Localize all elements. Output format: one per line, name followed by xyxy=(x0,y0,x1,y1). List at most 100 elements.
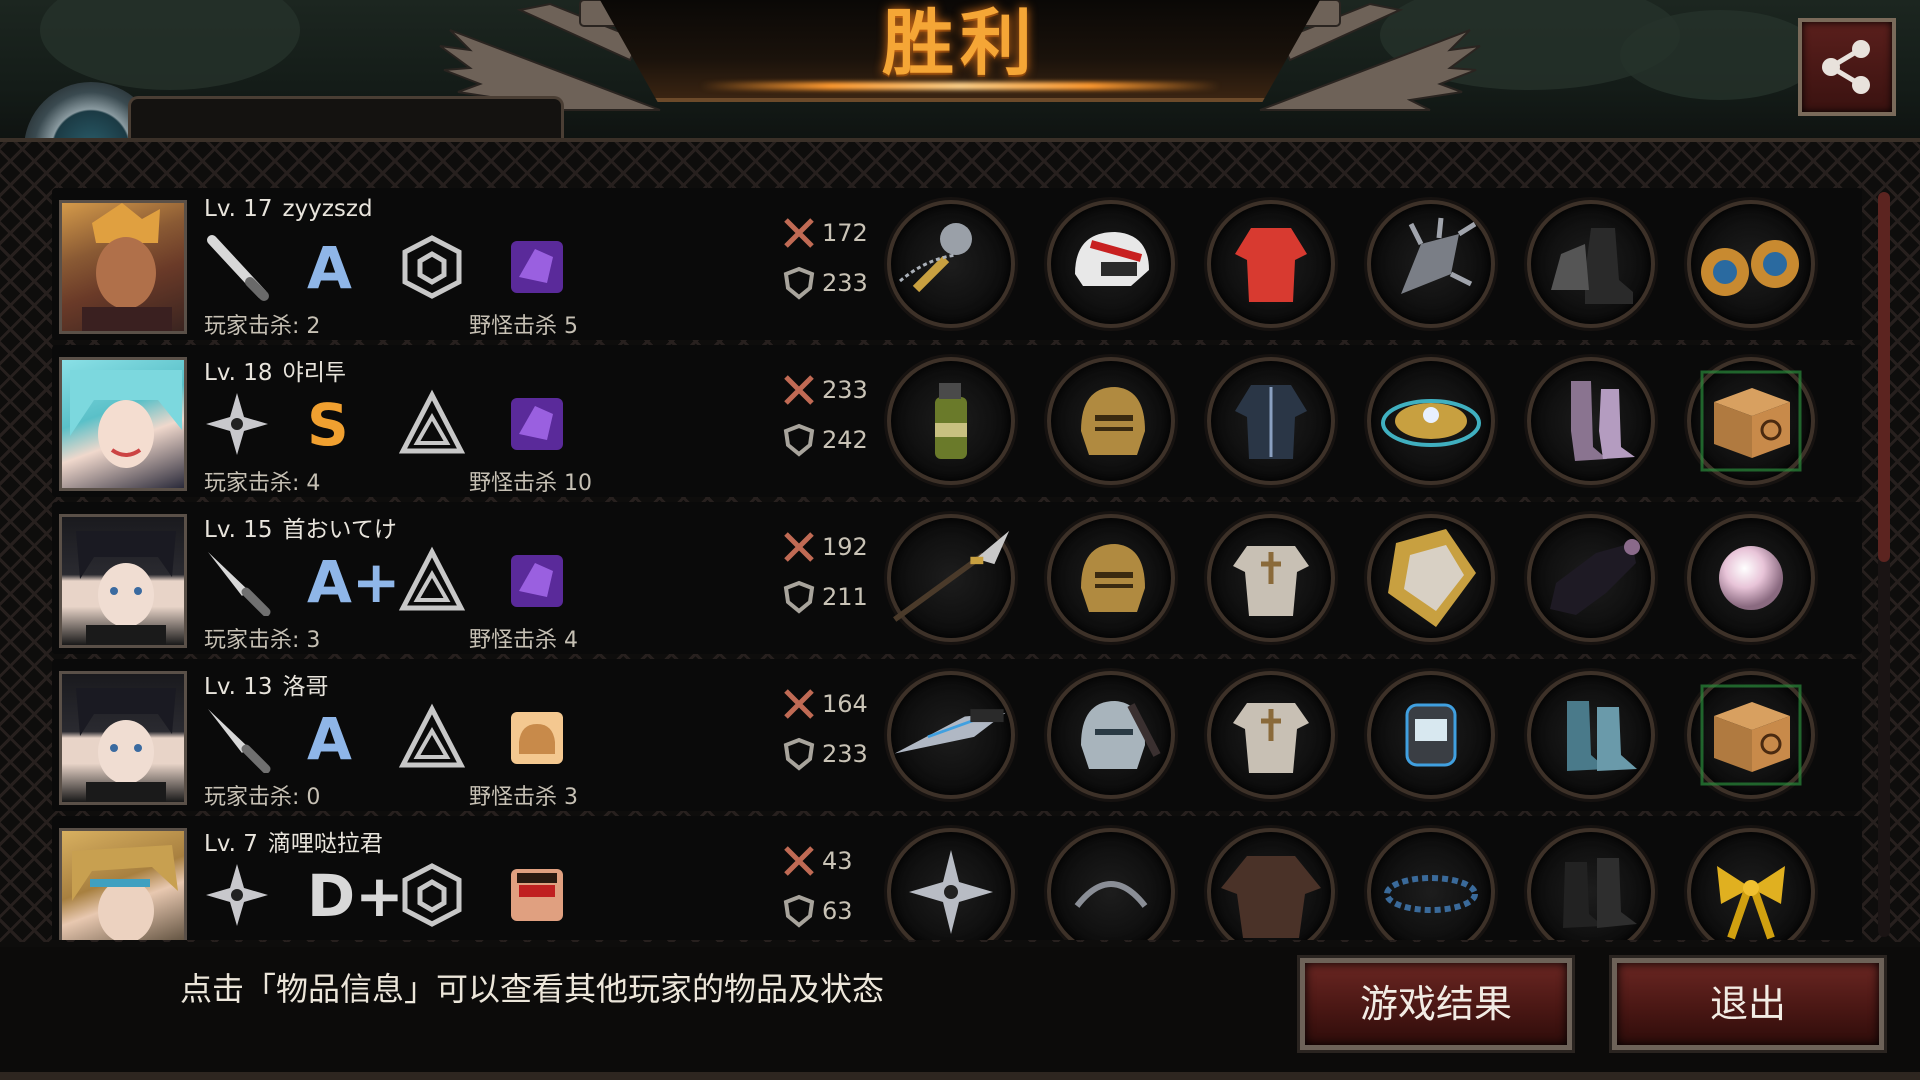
item-slot-leg[interactable] xyxy=(1527,828,1655,940)
info-strip xyxy=(128,96,564,139)
item-slot-chest[interactable] xyxy=(1207,514,1335,642)
item-slot-arm[interactable] xyxy=(1367,828,1495,940)
item-slot-chest[interactable] xyxy=(1207,671,1335,799)
crossed-swords-icon xyxy=(784,846,814,876)
shuriken-icon xyxy=(202,389,272,459)
rank-grade: A+ xyxy=(307,548,401,616)
club-icon xyxy=(202,232,272,302)
attack-stat: 233 xyxy=(782,373,868,407)
bread-buff-icon xyxy=(502,703,572,773)
player-row[interactable]: Lv. 15 首おいてけ A+ 玩家击杀: 3 野怪击杀 4 192 211 xyxy=(52,502,1862,654)
item-slot-weapon[interactable] xyxy=(887,357,1015,485)
flail-icon xyxy=(899,223,972,293)
pearl-icon xyxy=(1719,546,1783,610)
shield-icon xyxy=(783,580,815,614)
monster-kills: 野怪击杀 5 xyxy=(469,314,578,339)
purple-buff-icon xyxy=(502,546,572,616)
defense-stat: 63 xyxy=(782,894,853,928)
hint-text: 点击「物品信息」可以查看其他玩家的物品及状态 xyxy=(180,970,885,1008)
exit-button[interactable]: 退出 xyxy=(1612,958,1884,1050)
item-slot-chest[interactable] xyxy=(1207,357,1335,485)
item-slot-accessory[interactable] xyxy=(1687,200,1815,328)
defense-stat: 242 xyxy=(782,423,868,457)
item-slot-chest[interactable] xyxy=(1207,200,1335,328)
item-slot-leg[interactable] xyxy=(1527,514,1655,642)
player-row[interactable]: Lv. 13 洛哥 A 玩家击杀: 0 野怪击杀 3 164 233 xyxy=(52,659,1862,811)
plate-armor-icon xyxy=(1233,546,1309,616)
knife-icon xyxy=(202,546,272,616)
blue-boots-icon xyxy=(1567,701,1637,771)
player-level-name: Lv. 17 zyyzszd xyxy=(204,196,373,222)
item-slot-arm[interactable] xyxy=(1367,357,1495,485)
glaive-icon xyxy=(893,530,1010,622)
purple-boots-icon xyxy=(1571,381,1635,461)
leather-jacket-icon xyxy=(1235,385,1307,459)
player-portrait xyxy=(59,514,187,648)
shield-icon xyxy=(783,894,815,928)
rank-grade: S xyxy=(307,391,349,459)
player-kills: 玩家击杀: 0 xyxy=(204,785,321,810)
player-level-name: Lv. 15 首おいてけ xyxy=(204,517,397,543)
item-slot-accessory[interactable] xyxy=(1687,357,1815,485)
item-slot-head[interactable] xyxy=(1047,514,1175,642)
shield-icon xyxy=(783,423,815,457)
item-slot-head[interactable] xyxy=(1047,828,1175,940)
hexagon-drone-icon xyxy=(397,232,467,302)
player-list[interactable]: Lv. 17zyyzszd A 玩家击杀: 2 野怪击杀 5 172 233 xyxy=(52,188,1862,940)
share-button[interactable] xyxy=(1798,18,1896,116)
smart-watch-icon xyxy=(1405,703,1457,767)
motocross-helmet-icon xyxy=(1075,232,1149,286)
crossed-swords-icon xyxy=(784,375,814,405)
item-slot-weapon[interactable] xyxy=(887,671,1015,799)
item-slot-arm[interactable] xyxy=(1367,671,1495,799)
shield-icon xyxy=(783,737,815,771)
item-slot-weapon[interactable] xyxy=(887,828,1015,940)
gold-bracelet-icon xyxy=(1381,399,1481,447)
crossed-swords-icon xyxy=(784,218,814,248)
cat-box-icon xyxy=(1700,684,1802,786)
item-slot-weapon[interactable] xyxy=(887,200,1015,328)
gold-ribbon-icon xyxy=(1717,866,1785,940)
item-slot-accessory[interactable] xyxy=(1687,671,1815,799)
scroll-thumb[interactable] xyxy=(1878,192,1890,562)
attack-stat: 192 xyxy=(782,530,868,564)
player-row[interactable]: Lv. 7 滴哩哒拉君 D+ 43 63 xyxy=(52,816,1862,940)
monster-kills: 野怪击杀 4 xyxy=(469,628,578,653)
combat-boots-icon xyxy=(1551,228,1633,304)
combat-knife-icon xyxy=(894,709,1006,754)
purple-buff-icon xyxy=(502,232,572,302)
dark-boots-icon xyxy=(1550,539,1640,615)
item-slot-chest[interactable] xyxy=(1207,828,1335,940)
item-slot-leg[interactable] xyxy=(1527,357,1655,485)
shuriken-icon xyxy=(202,860,272,930)
item-slot-leg[interactable] xyxy=(1527,671,1655,799)
item-slot-accessory[interactable] xyxy=(1687,514,1815,642)
player-level-name: Lv. 7 滴哩哒拉君 xyxy=(204,831,383,857)
game-results-button[interactable]: 游戏结果 xyxy=(1300,958,1572,1050)
player-row[interactable]: Lv. 18 야리투 S 玩家击杀: 4 野怪击杀 10 233 242 xyxy=(52,345,1862,497)
item-slot-arm[interactable] xyxy=(1367,200,1495,328)
purple-buff-icon xyxy=(502,389,572,459)
item-slot-head[interactable] xyxy=(1047,357,1175,485)
share-icon xyxy=(1822,40,1870,94)
item-slot-accessory[interactable] xyxy=(1687,828,1815,940)
crossed-swords-icon xyxy=(784,689,814,719)
player-row[interactable]: Lv. 17 zyyzszd A 玩家击杀: 2 野怪击杀 5 172 233 xyxy=(52,188,1862,340)
item-slot-leg[interactable] xyxy=(1527,200,1655,328)
item-slot-head[interactable] xyxy=(1047,671,1175,799)
item-slot-head[interactable] xyxy=(1047,200,1175,328)
item-slot-weapon[interactable] xyxy=(887,514,1015,642)
item-slot-arm[interactable] xyxy=(1367,514,1495,642)
player-kills: 玩家击杀: 4 xyxy=(204,471,321,496)
rank-grade: A xyxy=(307,705,352,773)
knight-helmet-icon xyxy=(1081,387,1145,455)
triangle-drone-icon xyxy=(397,546,467,616)
attack-stat: 172 xyxy=(782,216,868,250)
player-level-name: Lv. 13 洛哥 xyxy=(204,674,329,700)
knife-icon xyxy=(202,703,272,773)
grenade-icon xyxy=(935,383,967,459)
scrollbar[interactable] xyxy=(1878,192,1890,937)
bottom-bar xyxy=(0,1072,1920,1080)
gold-shield-icon xyxy=(1388,529,1476,627)
black-boots-icon xyxy=(1563,858,1637,928)
